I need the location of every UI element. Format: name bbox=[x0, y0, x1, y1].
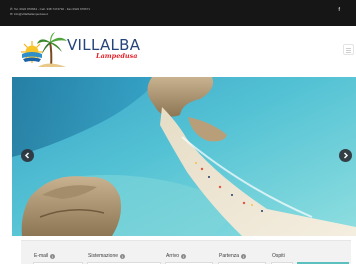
top-contact-bar: ✆Tel. 0922 970664 - Cell. 338 7474792 - … bbox=[0, 0, 356, 26]
guests-label: Ospiti bbox=[272, 253, 285, 259]
accommodation-label: Sistemazione i bbox=[88, 253, 126, 259]
palm-tree-icon bbox=[37, 32, 67, 68]
brand-subtitle: Lampedusa bbox=[96, 52, 138, 60]
site-header: VILLALBA Lampedusa bbox=[0, 26, 356, 75]
hero-slider[interactable] bbox=[12, 77, 356, 236]
info-icon[interactable]: i bbox=[50, 254, 56, 259]
info-icon[interactable]: i bbox=[120, 254, 126, 259]
slider-next-button[interactable] bbox=[339, 149, 352, 162]
email-text[interactable]: info@villalbalampedusa.it bbox=[14, 12, 48, 16]
hamburger-menu-icon[interactable] bbox=[343, 44, 354, 55]
info-icon[interactable]: i bbox=[241, 254, 247, 259]
chevron-left-icon bbox=[24, 152, 30, 159]
slider-prev-button[interactable] bbox=[21, 149, 34, 162]
chevron-right-icon bbox=[343, 152, 349, 159]
beach-photo bbox=[12, 77, 356, 236]
facebook-icon[interactable]: f bbox=[338, 7, 340, 13]
arrival-label: Arrivo i bbox=[166, 253, 187, 259]
phone-text: Tel. 0922 970664 - Cell. 338 7474792 - F… bbox=[14, 7, 91, 11]
info-icon[interactable]: i bbox=[181, 254, 187, 259]
email-contact[interactable]: ✉info@villalbalampedusa.it bbox=[10, 12, 48, 16]
phone-contact: ✆Tel. 0922 970664 - Cell. 338 7474792 - … bbox=[10, 7, 90, 11]
booking-form: E-mail i Sistemazione i Arrivo i Partenza i … bbox=[21, 240, 351, 264]
departure-label: Partenza i bbox=[219, 253, 247, 259]
email-label: E-mail i bbox=[34, 253, 56, 259]
